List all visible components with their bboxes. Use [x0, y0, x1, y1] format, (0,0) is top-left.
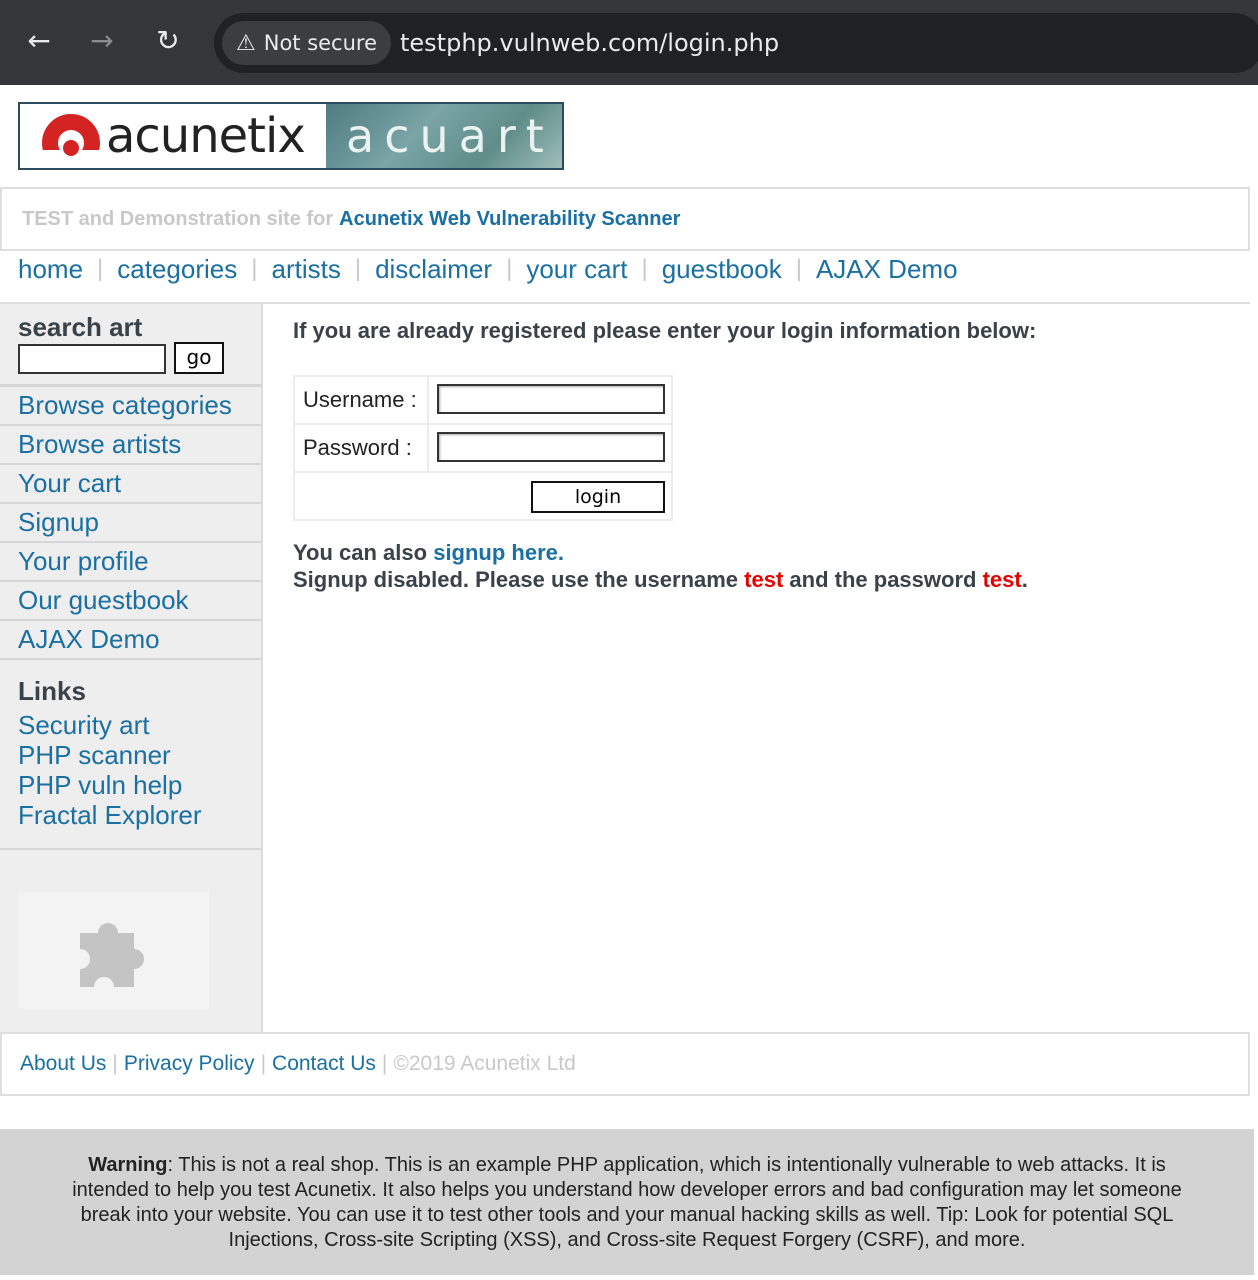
acuart-banner: acuart [326, 104, 562, 168]
link-security-art[interactable]: Security art [18, 710, 202, 740]
sidebar-menu: Browse categories Browse artists Your ca… [0, 384, 261, 660]
link-php-scanner[interactable]: PHP scanner [18, 740, 202, 770]
username-field[interactable] [437, 384, 665, 414]
nav-home[interactable]: home [18, 254, 83, 285]
footer-copyright: ©2019 Acunetix Ltd [393, 1052, 576, 1075]
sidebar: search art go Browse categories Browse a… [0, 304, 263, 1032]
footer-separator: | [112, 1052, 118, 1075]
nav-artists[interactable]: artists [271, 254, 340, 285]
sidebar-item-signup[interactable]: Signup [0, 504, 261, 543]
security-label: Not secure [263, 31, 378, 55]
username-hint: test [744, 567, 784, 592]
address-bar[interactable]: ⚠ Not secure testphp.vulnweb.com/login.p… [214, 13, 1258, 73]
divider [0, 848, 261, 850]
plugin-placeholder[interactable] [18, 892, 209, 1009]
login-intro: If you are already registered please ent… [293, 318, 1037, 343]
password-field[interactable] [437, 432, 665, 462]
browser-toolbar: ← → ↻ ⚠ Not secure testphp.vulnweb.com/l… [0, 0, 1258, 85]
sidebar-item-our-guestbook[interactable]: Our guestbook [0, 582, 261, 621]
nav-ajax-demo[interactable]: AJAX Demo [816, 254, 958, 285]
nav-separator: | [97, 255, 104, 282]
tagline-brand-link[interactable]: Acunetix Web Vulnerability Scanner [339, 208, 680, 231]
links-title: Links [18, 676, 86, 706]
nav-your-cart[interactable]: your cart [526, 254, 627, 285]
warning-icon: ⚠ [236, 30, 256, 56]
go-button[interactable]: go [174, 342, 224, 374]
signup-suffix: . [557, 540, 565, 565]
footer-separator: | [260, 1052, 267, 1075]
footer: About Us | Privacy Policy | Contact Us |… [0, 1032, 1250, 1096]
footer-privacy-policy[interactable]: Privacy Policy [124, 1052, 255, 1076]
nav-separator: | [506, 255, 513, 282]
acunetix-mark-icon [42, 114, 100, 158]
nav-disclaimer[interactable]: disclaimer [375, 254, 492, 285]
sidebar-item-your-cart[interactable]: Your cart [0, 465, 261, 504]
warning-body: : This is not a real shop. This is an ex… [72, 1154, 1182, 1251]
sidebar-item-browse-categories[interactable]: Browse categories [0, 387, 261, 426]
reload-icon[interactable]: ↻ [148, 21, 188, 61]
signup-link[interactable]: signup here [433, 540, 558, 565]
nav-categories[interactable]: categories [117, 254, 237, 285]
logo-brand: acunetix [106, 108, 306, 164]
acunetix-logo: acunetix [20, 104, 326, 168]
signup-prefix: You can also [293, 540, 428, 565]
nav-separator: | [641, 255, 648, 282]
login-button[interactable]: login [531, 481, 665, 513]
disabled-suffix: . [1021, 567, 1028, 592]
footer-about-us[interactable]: About Us [20, 1052, 106, 1076]
site-tagline: TEST and Demonstration site for Acunetix… [0, 187, 1250, 251]
url-text[interactable]: testphp.vulnweb.com/login.php [400, 27, 779, 59]
top-navigation: home | categories | artists | disclaimer… [18, 252, 958, 286]
footer-separator: | [381, 1052, 388, 1075]
sidebar-item-ajax-demo[interactable]: AJAX Demo [0, 621, 261, 660]
username-label: Username : [295, 377, 429, 423]
nav-separator: | [251, 255, 258, 282]
site-logo[interactable]: acunetix acuart [18, 102, 564, 170]
password-hint: test [982, 567, 1022, 592]
link-fractal-explorer[interactable]: Fractal Explorer [18, 800, 202, 830]
security-chip[interactable]: ⚠ Not secure [222, 21, 392, 65]
login-form: Username : Password : login [293, 375, 673, 521]
back-icon[interactable]: ← [19, 21, 59, 61]
tagline-prefix: TEST and Demonstration site for [22, 207, 334, 230]
disabled-middle: and the password [789, 567, 977, 592]
puzzle-piece-icon [79, 922, 144, 987]
warning-text: Warning: This is not a real shop. This i… [62, 1153, 1192, 1253]
signup-note: You can also signup here. Signup disable… [293, 539, 1193, 593]
logo-product: acuart [346, 109, 554, 163]
main-content: If you are already registered please ent… [293, 318, 1037, 592]
search-input[interactable] [18, 344, 166, 374]
nav-guestbook[interactable]: guestbook [662, 254, 782, 285]
footer-contact-us[interactable]: Contact Us [272, 1052, 376, 1076]
warning-banner: Warning: This is not a real shop. This i… [0, 1129, 1254, 1275]
search-title: search art [18, 312, 143, 342]
link-php-vuln-help[interactable]: PHP vuln help [18, 770, 202, 800]
divider [295, 471, 671, 473]
links-list: Security art PHP scanner PHP vuln help F… [18, 710, 202, 830]
forward-icon[interactable]: → [82, 21, 122, 61]
nav-separator: | [354, 255, 362, 282]
nav-separator: | [795, 255, 802, 282]
sidebar-item-browse-artists[interactable]: Browse artists [0, 426, 261, 465]
warning-title: Warning [88, 1154, 168, 1176]
password-label: Password : [295, 425, 429, 471]
disabled-prefix: Signup disabled. Please use the username [293, 567, 739, 592]
sidebar-item-your-profile[interactable]: Your profile [0, 543, 261, 582]
